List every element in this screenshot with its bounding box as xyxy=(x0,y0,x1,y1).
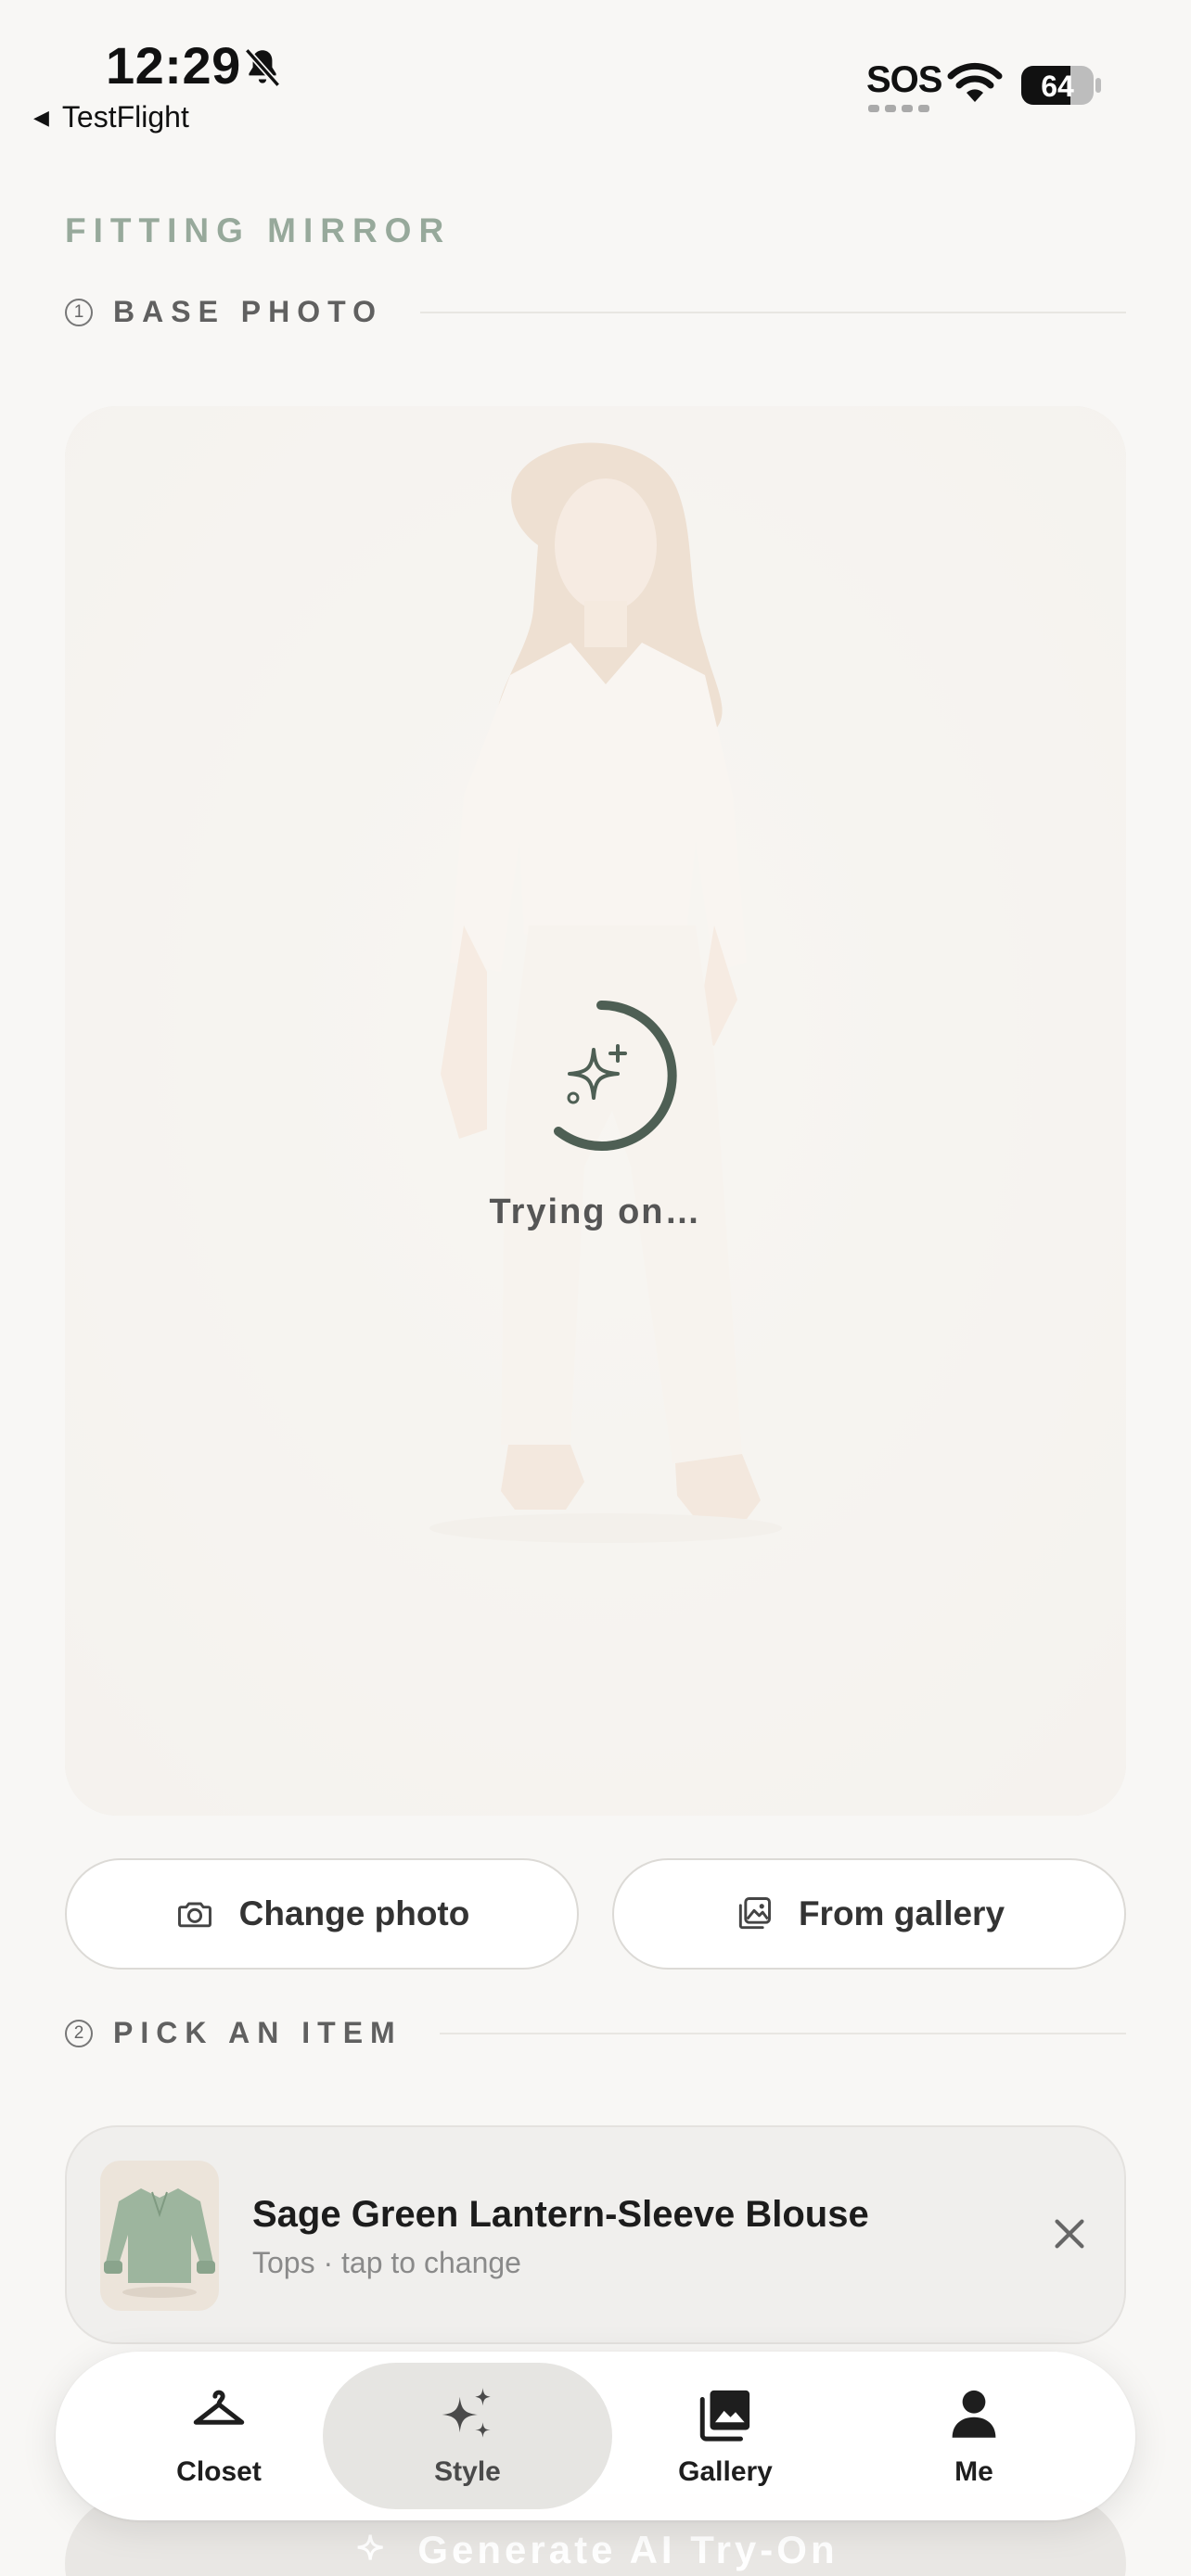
item-meta: Tops · tap to change xyxy=(252,2246,521,2279)
tab-closet[interactable]: Closet xyxy=(74,2363,364,2509)
generate-label: Generate AI Try-On xyxy=(417,2528,839,2571)
from-gallery-label: From gallery xyxy=(798,1894,1005,1932)
change-photo-button[interactable]: Change photo xyxy=(65,1858,579,1970)
status-time: 12:29 xyxy=(106,36,241,95)
item-name: Sage Green Lantern-Sleeve Blouse xyxy=(252,2194,869,2235)
battery-icon: 64 xyxy=(1021,66,1101,105)
back-caret-icon: ◀ xyxy=(33,105,49,129)
wifi-icon xyxy=(947,62,1003,102)
gallery-icon xyxy=(699,2390,750,2442)
tab-label: Style xyxy=(434,2456,501,2487)
blouse-image xyxy=(104,2188,215,2298)
back-label: TestFlight xyxy=(61,100,189,134)
tab-label: Closet xyxy=(176,2456,262,2487)
tab-bar: Closet Style Gallery Me xyxy=(56,2352,1135,2520)
tab-me[interactable]: Me xyxy=(829,2363,1119,2509)
section-pick-item-header: 2 PICK AN ITEM xyxy=(65,2016,1126,2050)
sparkles-icon xyxy=(442,2388,491,2438)
selected-item-card[interactable]: Sage Green Lantern-Sleeve Blouse Tops · … xyxy=(65,2125,1126,2344)
page-title: FITTING MIRROR xyxy=(65,211,452,249)
back-to-testflight[interactable]: ◀ TestFlight xyxy=(33,100,189,134)
from-gallery-button[interactable]: From gallery xyxy=(612,1858,1126,1970)
camera-icon xyxy=(177,1902,211,1928)
signal-dots-icon xyxy=(868,105,929,112)
step-number: 2 xyxy=(65,2019,93,2047)
change-photo-label: Change photo xyxy=(238,1894,470,1932)
tab-gallery[interactable]: Gallery xyxy=(581,2363,870,2509)
status-bar: 12:29 ◀ TestFlight SOS 64 xyxy=(0,0,1191,139)
battery-level: 64 xyxy=(1041,70,1074,103)
section-divider xyxy=(439,2032,1126,2034)
item-thumbnail xyxy=(100,2161,219,2311)
person-icon xyxy=(952,2390,996,2438)
photo-library-icon xyxy=(738,1897,771,1930)
loading-spinner-icon xyxy=(554,1000,677,1151)
section-base-photo-header: 1 BASE PHOTO xyxy=(65,295,1126,329)
hanger-icon xyxy=(193,2390,245,2425)
base-photo-preview[interactable]: Trying on… xyxy=(65,406,1126,1816)
loading-text: Trying on… xyxy=(489,1192,702,1231)
section-divider xyxy=(420,311,1126,313)
carrier-sos: SOS xyxy=(866,59,942,100)
step-number: 1 xyxy=(65,298,93,326)
tab-label: Gallery xyxy=(678,2456,773,2487)
tab-label: Me xyxy=(954,2456,993,2487)
section-label: PICK AN ITEM xyxy=(113,2016,403,2049)
section-label: BASE PHOTO xyxy=(113,295,383,328)
sparkles-icon xyxy=(357,2534,384,2560)
close-icon[interactable] xyxy=(1048,2213,1091,2255)
bell-slash-icon xyxy=(244,48,281,87)
tab-style[interactable]: Style xyxy=(323,2363,612,2509)
